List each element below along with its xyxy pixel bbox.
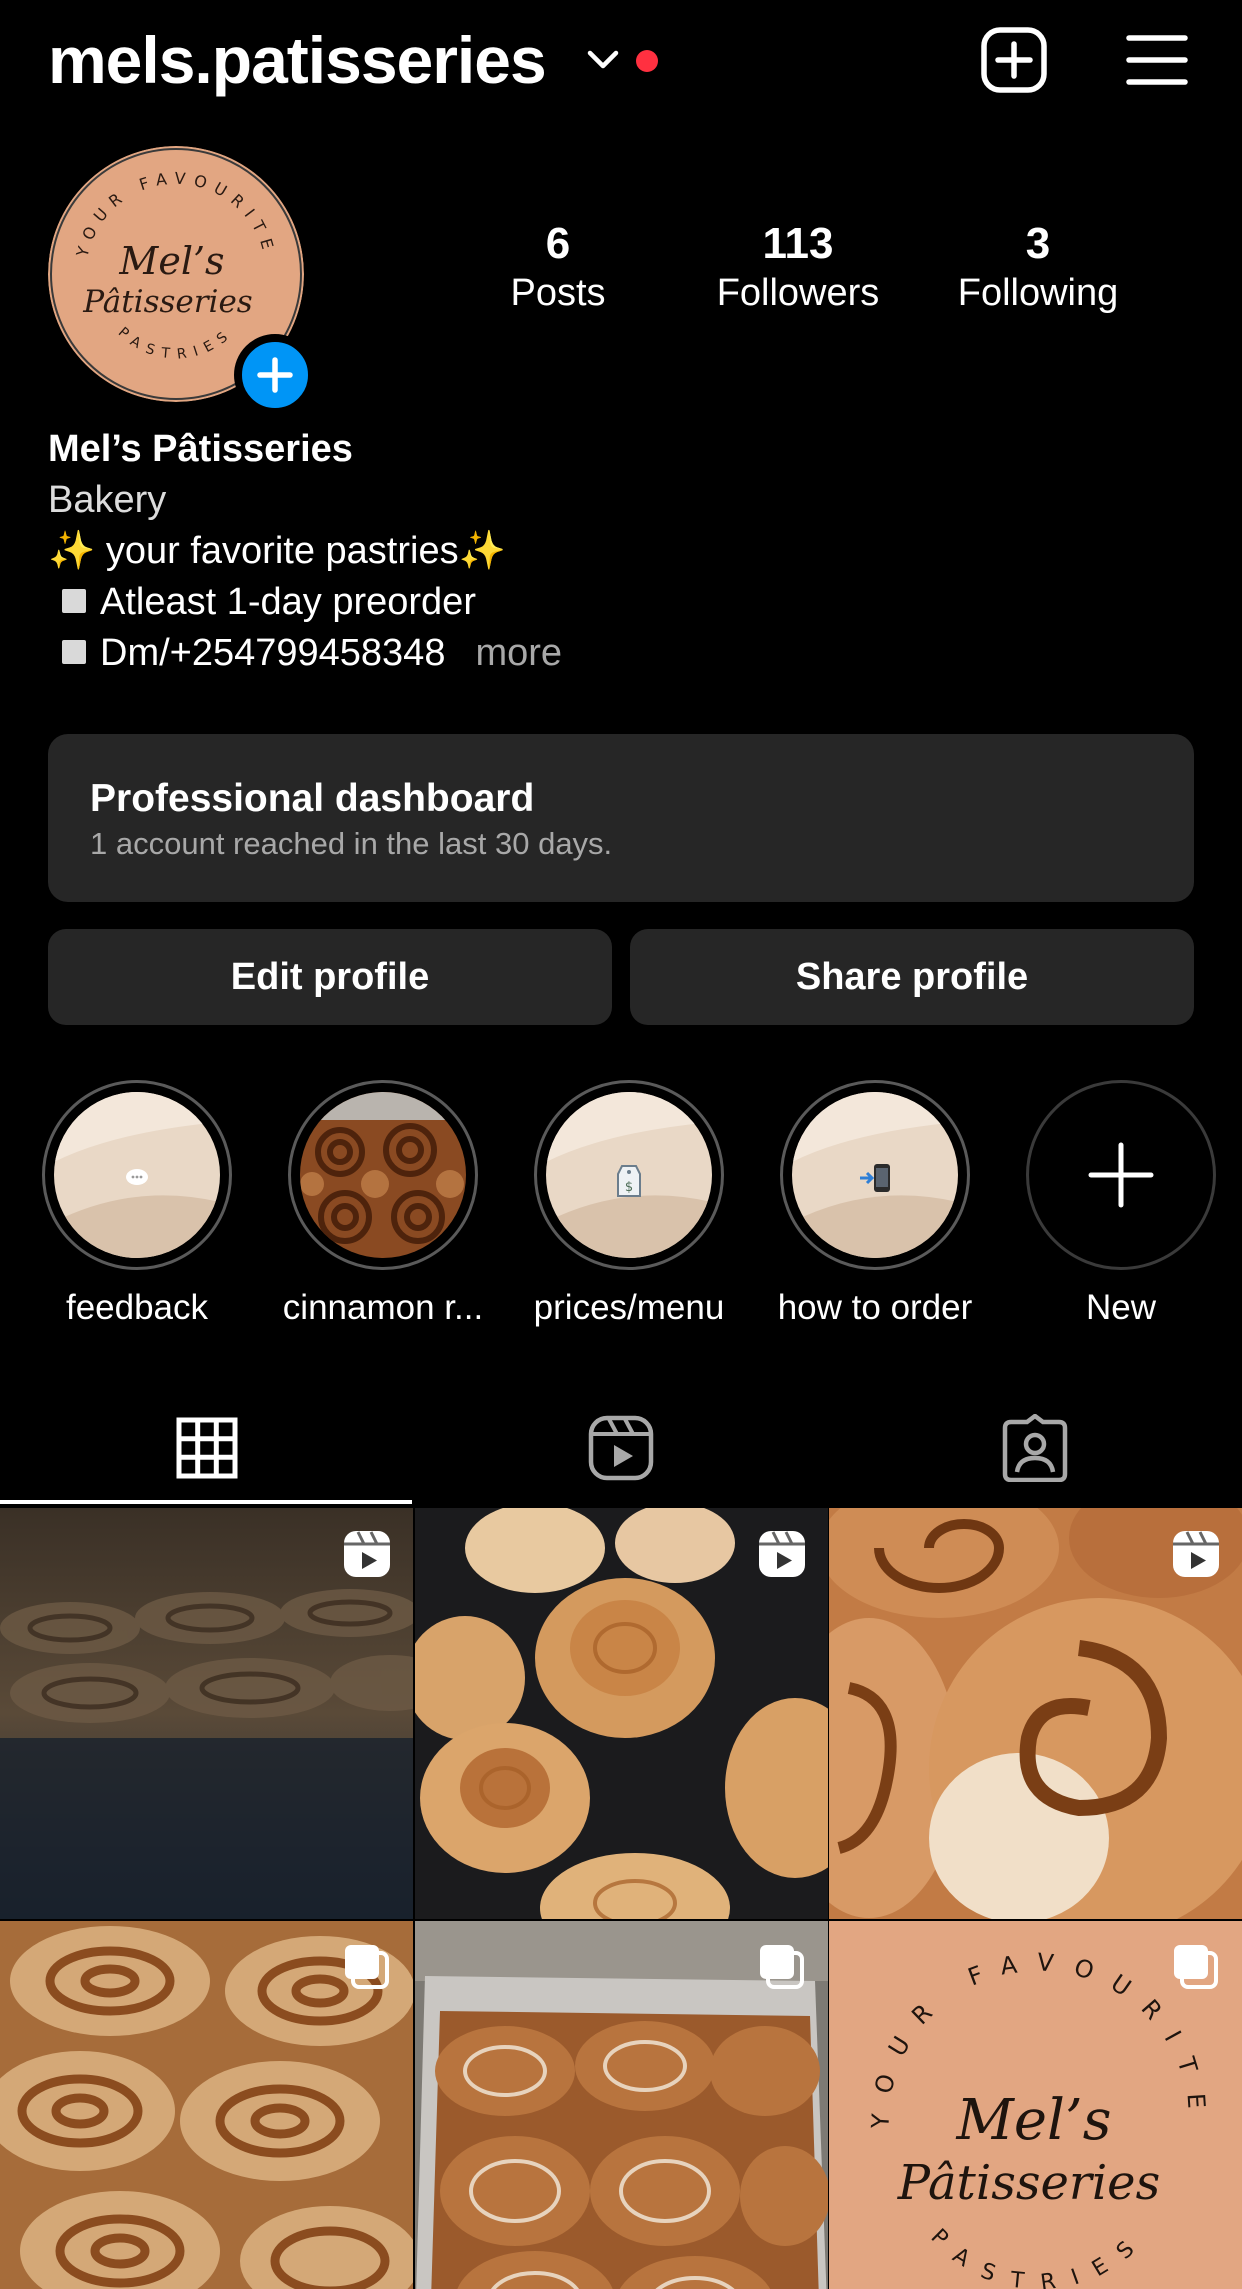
post-thumbnail[interactable] <box>415 1921 828 2289</box>
dashboard-subtitle: 1 account reached in the last 30 days. <box>90 826 613 861</box>
tab-posts[interactable] <box>0 1392 414 1504</box>
grid-icon <box>176 1417 238 1479</box>
speech-bubble-icon <box>54 1092 220 1258</box>
post-thumbnail[interactable]: YOUR FAVOURITE PASTRIES Mel’s Pâtisserie… <box>829 1921 1242 2289</box>
profile-tabs <box>0 1392 1242 1504</box>
cinnamon-rolls-photo <box>300 1092 466 1258</box>
professional-dashboard[interactable]: Professional dashboard 1 account reached… <box>48 734 1194 902</box>
bullet-square-icon <box>62 640 86 664</box>
add-post-icon[interactable] <box>980 26 1048 94</box>
post-thumbnail[interactable] <box>829 1508 1242 1919</box>
carousel-badge-icon <box>1174 1945 1218 1989</box>
highlight-ring <box>42 1080 232 1270</box>
dashboard-title: Professional dashboard <box>90 777 535 820</box>
account-username[interactable]: mels.patisseries <box>48 22 547 98</box>
reels-icon <box>588 1415 654 1481</box>
highlight-ring: $ <box>534 1080 724 1270</box>
svg-text:$: $ <box>625 1180 633 1195</box>
edit-profile-button[interactable]: Edit profile <box>48 929 612 1025</box>
bio-more-link[interactable]: more <box>475 632 562 674</box>
tab-tagged[interactable] <box>828 1392 1242 1504</box>
posts-label: Posts <box>510 272 606 314</box>
bullet-square-icon <box>62 589 86 613</box>
post-thumbnail[interactable] <box>0 1508 413 1919</box>
bio-line: Atleast 1-day preorder <box>48 577 562 628</box>
price-tag-icon: $ <box>546 1092 712 1258</box>
post-thumbnail[interactable] <box>415 1508 828 1919</box>
highlight-ring <box>1026 1080 1216 1270</box>
highlight-how-to-order[interactable]: how to order <box>760 1080 990 1330</box>
highlight-label: New <box>1085 1288 1157 1327</box>
svg-text:Mel’s: Mel’s <box>118 239 224 283</box>
highlight-new[interactable]: New <box>1006 1080 1236 1330</box>
highlight-label: how to order <box>777 1288 973 1327</box>
plus-icon <box>257 357 293 393</box>
highlight-ring <box>780 1080 970 1270</box>
carousel-badge-icon <box>345 1945 389 1989</box>
highlight-feedback[interactable]: feedback <box>22 1080 252 1330</box>
highlight-label: prices/menu <box>533 1288 725 1327</box>
posts-grid: YOUR FAVOURITE PASTRIES Mel’s Pâtisserie… <box>0 1508 1242 2289</box>
highlight-label: cinnamon r... <box>282 1288 484 1327</box>
stat-following[interactable]: 3 Following <box>918 218 1158 316</box>
svg-text:Pâtisseries: Pâtisseries <box>82 284 252 320</box>
stat-posts[interactable]: 6 Posts <box>438 218 678 316</box>
highlight-cinnamon-rolls[interactable]: cinnamon r... <box>268 1080 498 1330</box>
highlight-label: feedback <box>65 1288 209 1327</box>
posts-count: 6 <box>545 219 571 268</box>
share-profile-button[interactable]: Share profile <box>630 929 1194 1025</box>
post-thumbnail[interactable] <box>0 1921 413 2289</box>
bio-line: Dm/+254799458348 more <box>48 628 562 679</box>
svg-text:Mel’s: Mel’s <box>956 2088 1112 2153</box>
profile-avatar[interactable]: YOUR FAVOURITE PASTRIES Mel’s Pâtisserie… <box>48 146 316 416</box>
reel-badge-icon <box>1173 1531 1219 1577</box>
tab-reels[interactable] <box>414 1392 828 1504</box>
tagged-user-icon <box>1002 1414 1068 1482</box>
reel-badge-icon <box>759 1531 805 1577</box>
notification-dot <box>636 50 658 72</box>
bio-line: ✨ your favorite pastries✨ <box>48 530 506 572</box>
following-count: 3 <box>1025 219 1051 268</box>
reel-badge-icon <box>344 1531 390 1577</box>
carousel-badge-icon <box>760 1945 804 1989</box>
add-story-button[interactable] <box>234 334 316 416</box>
followers-count: 113 <box>762 219 834 268</box>
followers-label: Followers <box>716 272 880 314</box>
category-label: Bakery <box>48 479 167 521</box>
svg-text:Pâtisseries: Pâtisseries <box>897 2155 1160 2211</box>
highlight-prices-menu[interactable]: $ prices/menu <box>514 1080 744 1330</box>
profile-bio: Mel’s Pâtisseries Bakery ✨ your favorite… <box>48 424 562 679</box>
display-name: Mel’s Pâtisseries <box>48 428 353 470</box>
top-bar: mels.patisseries <box>0 0 1242 120</box>
highlight-ring <box>288 1080 478 1270</box>
plus-icon <box>1088 1142 1154 1208</box>
chevron-down-icon[interactable] <box>586 48 620 72</box>
stat-followers[interactable]: 113 Followers <box>678 218 918 316</box>
active-tab-indicator <box>0 1500 412 1504</box>
menu-icon[interactable] <box>1126 32 1188 88</box>
following-label: Following <box>957 272 1119 314</box>
phone-icon <box>792 1092 958 1258</box>
